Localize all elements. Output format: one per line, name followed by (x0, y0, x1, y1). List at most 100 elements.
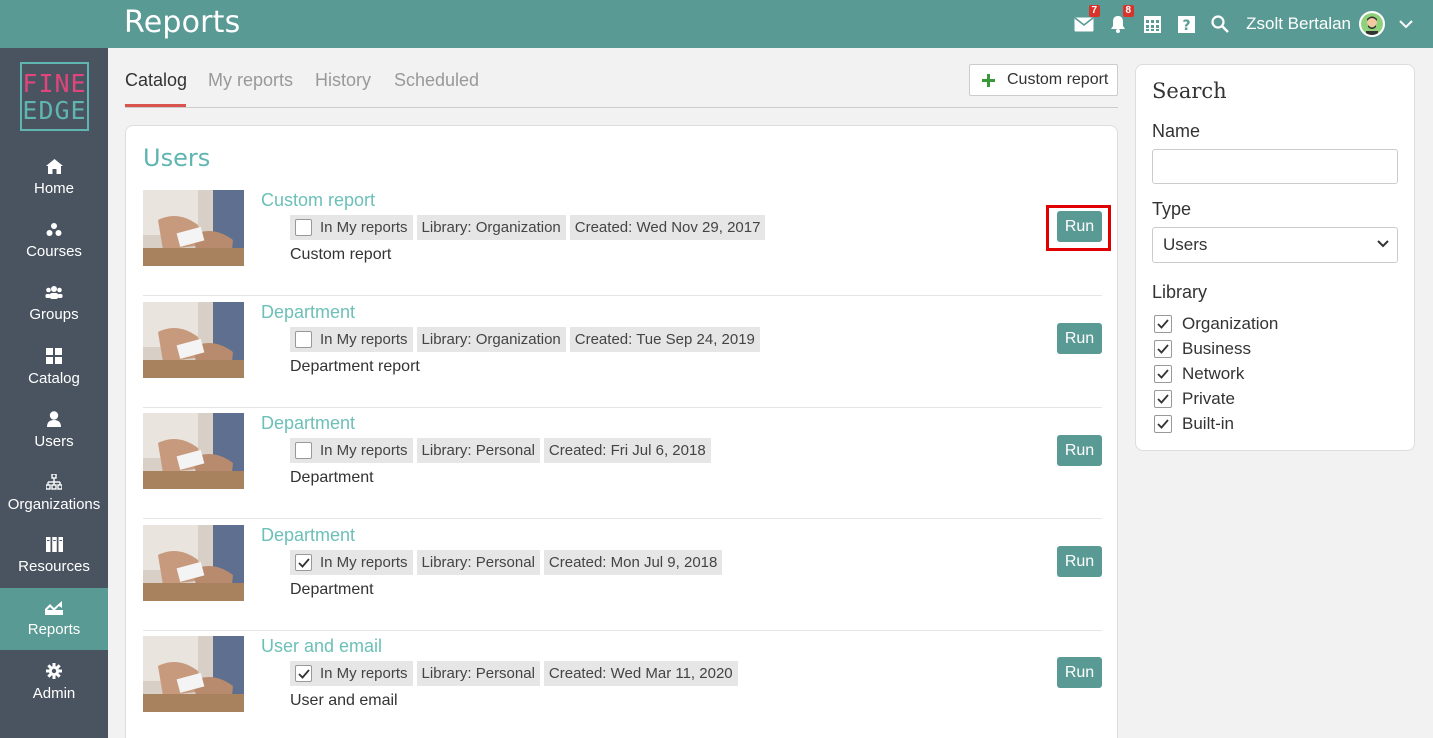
in-my-reports-toggle[interactable]: In My reports (290, 661, 413, 686)
library-option-private[interactable]: Private (1154, 389, 1235, 409)
run-button[interactable]: Run (1057, 323, 1102, 354)
sidebar-item-courses[interactable]: Courses (0, 210, 108, 272)
library-option-network[interactable]: Network (1154, 364, 1244, 384)
library-checkbox[interactable] (1154, 390, 1172, 408)
reports-card: Users Custom report In My reports Librar… (125, 125, 1118, 738)
library-tag: Library: Organization (416, 215, 566, 240)
checkmark-icon (1157, 369, 1169, 379)
report-tags: In My reports Library: Personal Created:… (290, 550, 726, 575)
user-name[interactable]: Zsolt Bertalan (1246, 14, 1351, 34)
library-option-organization[interactable]: Organization (1154, 314, 1278, 334)
checkmark-icon (1157, 394, 1169, 404)
report-description: User and email (290, 692, 398, 709)
help-button[interactable]: ? (1176, 14, 1196, 34)
sidebar: FINE EDGE Home Courses Groups Catalog Us… (0, 48, 108, 738)
tab-my-reports[interactable]: My reports (208, 70, 293, 91)
in-my-reports-checkbox[interactable] (295, 554, 312, 571)
tab-scheduled[interactable]: Scheduled (394, 70, 479, 91)
created-tag: Created: Wed Mar 11, 2020 (543, 661, 738, 686)
created-tag: Created: Fri Jul 6, 2018 (543, 438, 711, 463)
in-my-reports-checkbox[interactable] (295, 219, 312, 236)
notifications-button[interactable]: 8 (1108, 5, 1135, 34)
checkmark-icon (1157, 319, 1169, 329)
library-tag: Library: Personal (416, 550, 540, 575)
tab-history[interactable]: History (315, 70, 371, 91)
library-checkbox[interactable] (1154, 340, 1172, 358)
sidebar-item-groups[interactable]: Groups (0, 273, 108, 335)
catalog-icon (46, 347, 62, 364)
in-my-reports-checkbox[interactable] (295, 331, 312, 348)
in-my-reports-toggle[interactable]: In My reports (290, 438, 413, 463)
in-my-reports-checkbox[interactable] (295, 442, 312, 459)
calendar-button[interactable] (1142, 14, 1162, 34)
report-row: Department In My reports Library: Organi… (143, 296, 1102, 408)
checkmark-icon (297, 557, 310, 568)
run-button[interactable]: Run (1057, 546, 1102, 577)
top-bar: Reports 7 8 ? Zsolt Bertalan (0, 0, 1433, 48)
report-title[interactable]: Department (261, 525, 355, 546)
avatar[interactable] (1359, 11, 1385, 37)
messages-button[interactable]: 7 (1074, 5, 1101, 34)
type-select[interactable]: Users (1152, 227, 1398, 263)
notifications-badge: 8 (1122, 5, 1135, 17)
in-my-reports-label: In My reports (320, 554, 408, 571)
sidebar-item-reports[interactable]: Reports (0, 588, 108, 650)
sidebar-item-organizations[interactable]: Organizations (0, 462, 108, 524)
sidebar-item-admin[interactable]: Admin (0, 651, 108, 713)
sidebar-item-label: Admin (32, 684, 76, 702)
library-option-business[interactable]: Business (1154, 339, 1251, 359)
checkmark-icon (1157, 419, 1169, 429)
sidebar-item-home[interactable]: Home (0, 147, 108, 209)
sidebar-item-resources[interactable]: Resources (0, 525, 108, 587)
report-description: Custom report (290, 246, 392, 263)
in-my-reports-toggle[interactable]: In My reports (290, 327, 413, 352)
report-thumbnail-image (143, 190, 244, 266)
report-row: User and email In My reports Library: Pe… (143, 630, 1102, 738)
courses-icon (46, 223, 62, 236)
sidebar-item-label: Organizations (7, 495, 101, 513)
svg-text:?: ? (1182, 18, 1190, 33)
library-checkbox[interactable] (1154, 415, 1172, 433)
chevron-down-icon (1377, 240, 1389, 248)
library-tag: Library: Personal (416, 661, 540, 686)
run-button[interactable]: Run (1057, 657, 1102, 688)
search-button[interactable] (1210, 14, 1230, 34)
report-thumbnail (143, 525, 244, 601)
user-menu-toggle[interactable] (1399, 19, 1413, 29)
sidebar-item-label: Resources (18, 558, 90, 575)
envelope-icon (1074, 17, 1094, 32)
report-thumbnail-image (143, 302, 244, 378)
library-option-label: Organization (1182, 314, 1279, 333)
name-label: Name (1152, 121, 1201, 141)
tab-catalog[interactable]: Catalog (125, 70, 187, 91)
resources-icon (45, 537, 63, 552)
library-checkbox[interactable] (1154, 315, 1172, 333)
report-description: Department report (290, 358, 420, 375)
report-row: Custom report In My reports Library: Org… (143, 184, 1102, 296)
custom-report-button[interactable]: Custom report (969, 64, 1118, 96)
report-title[interactable]: Department (261, 413, 355, 434)
help-icon: ? (1177, 15, 1195, 33)
report-row: Department In My reports Library: Person… (143, 519, 1102, 631)
library-option-built-in[interactable]: Built-in (1154, 414, 1234, 434)
in-my-reports-label: In My reports (320, 331, 408, 348)
sidebar-item-label: Courses (26, 243, 82, 260)
in-my-reports-checkbox[interactable] (295, 665, 312, 682)
in-my-reports-toggle[interactable]: In My reports (290, 215, 413, 240)
logo[interactable]: FINE EDGE (20, 62, 89, 131)
library-option-label: Built-in (1182, 414, 1234, 433)
created-tag: Created: Tue Sep 24, 2019 (569, 327, 760, 352)
library-checkbox[interactable] (1154, 365, 1172, 383)
library-tag: Library: Organization (416, 327, 566, 352)
report-title[interactable]: Custom report (261, 190, 375, 211)
run-button[interactable]: Run (1057, 435, 1102, 466)
name-input[interactable] (1152, 149, 1398, 184)
in-my-reports-toggle[interactable]: In My reports (290, 550, 413, 575)
sidebar-item-catalog[interactable]: Catalog (0, 336, 108, 398)
run-button[interactable]: Run (1057, 211, 1102, 242)
report-title[interactable]: User and email (261, 636, 382, 657)
report-tabs: Catalog My reports History Scheduled Cus… (125, 62, 1118, 108)
in-my-reports-label: In My reports (320, 665, 408, 682)
sidebar-item-users[interactable]: Users (0, 399, 108, 461)
report-title[interactable]: Department (261, 302, 355, 323)
